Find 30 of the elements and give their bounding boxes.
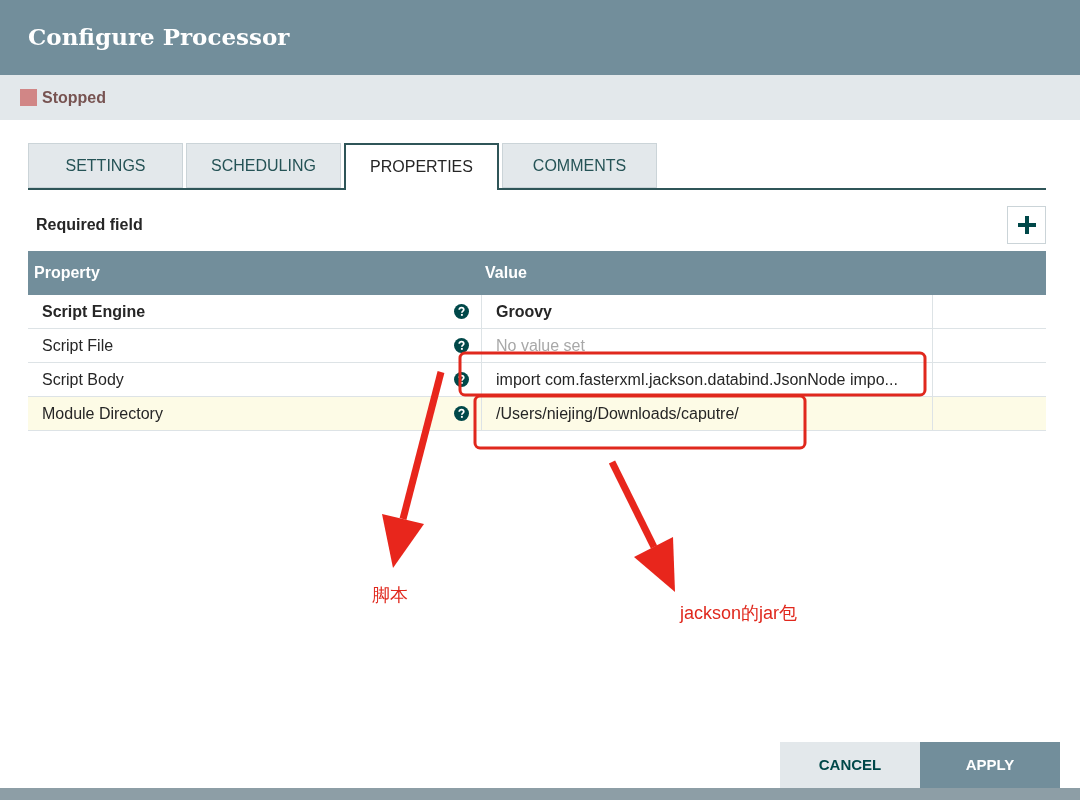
table-row[interactable]: Script File No value set	[28, 329, 1046, 363]
plus-icon	[1017, 216, 1036, 234]
help-icon[interactable]	[454, 338, 469, 353]
window-title: Configure Processor	[28, 22, 290, 53]
cancel-button[interactable]: CANCEL	[780, 742, 920, 788]
property-name: Script Body	[42, 369, 124, 390]
annotation-label: jackson的jar包	[680, 602, 798, 625]
tab[interactable]: SETTINGS	[28, 143, 183, 188]
status-indicator	[20, 89, 37, 106]
property-name: Module Directory	[42, 403, 163, 424]
tab[interactable]: SCHEDULING	[186, 143, 341, 188]
property-value: /Users/niejing/Downloads/caputre/	[496, 404, 739, 423]
table-row[interactable]: Module Directory /Users/niejing/Downloads/caputre/	[28, 397, 1046, 431]
status-label: Stopped	[42, 87, 106, 108]
help-icon[interactable]	[454, 372, 469, 387]
help-icon[interactable]	[454, 406, 469, 421]
add-property-button[interactable]	[1007, 206, 1046, 244]
property-value: No value set	[496, 336, 585, 355]
column-header: Value	[484, 263, 528, 283]
tab[interactable]: COMMENTS	[502, 143, 657, 188]
property-value: Groovy	[496, 302, 552, 321]
required-field-note: Required field	[35, 215, 143, 235]
tab[interactable]: PROPERTIES	[344, 143, 499, 190]
property-name: Script Engine	[42, 301, 146, 322]
annotation-label: 脚本	[372, 584, 408, 607]
column-header: Property	[33, 263, 101, 283]
property-value: import com.fasterxml.jackson.databind.JsonNode impo...	[496, 370, 898, 389]
table-row[interactable]: Script Engine Groovy	[28, 295, 1046, 329]
property-name: Script File	[42, 335, 114, 356]
help-icon[interactable]	[454, 304, 469, 319]
